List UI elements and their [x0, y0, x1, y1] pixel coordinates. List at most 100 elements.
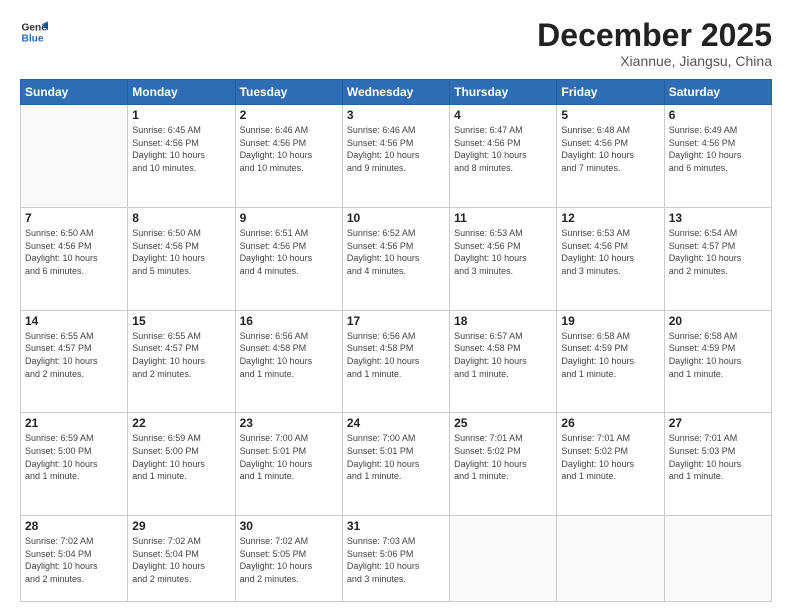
calendar-cell: 28Sunrise: 7:02 AM Sunset: 5:04 PM Dayli…	[21, 516, 128, 602]
weekday-header: Tuesday	[235, 80, 342, 105]
calendar-week-row: 21 Sunrise: 6:59 AM Sunset: 5:00 PM Dayli…	[21, 413, 772, 516]
day-info: Sunrise: 6:55 AM Sunset: 4:57 PM Dayligh…	[25, 330, 123, 380]
day-info: Sunrise: 6:49 AM Sunset: 4:56 PM Dayligh…	[669, 124, 767, 174]
calendar-cell	[21, 105, 128, 208]
day-info: Sunrise: 6:59 AM Sunset: 5:00 PM Dayligh…	[25, 432, 123, 482]
logo: General Blue	[20, 18, 48, 46]
calendar-cell: 3 Sunrise: 6:46 AM Sunset: 4:56 PM Daylig…	[342, 105, 449, 208]
calendar-cell: 29 Sunrise: 7:02 AM Sunset: 5:04 PM Dayli…	[128, 516, 235, 602]
weekday-header: Wednesday	[342, 80, 449, 105]
calendar-cell: 5 Sunrise: 6:48 AM Sunset: 4:56 PM Daylig…	[557, 105, 664, 208]
calendar-table: SundayMondayTuesdayWednesdayThursdayFrid…	[20, 79, 772, 602]
day-number: 1	[132, 108, 230, 122]
day-number: 4	[454, 108, 552, 122]
calendar-cell: 9 Sunrise: 6:51 AM Sunset: 4:56 PM Daylig…	[235, 207, 342, 310]
calendar-cell: 17Sunrise: 6:56 AM Sunset: 4:58 PM Dayli…	[342, 310, 449, 413]
calendar-cell: 21 Sunrise: 6:59 AM Sunset: 5:00 PM Dayli…	[21, 413, 128, 516]
calendar-cell: 31 Sunrise: 7:03 AM Sunset: 5:06 PM Dayli…	[342, 516, 449, 602]
day-info: Sunrise: 7:03 AM Sunset: 5:06 PM Dayligh…	[347, 535, 445, 585]
day-info: Sunrise: 6:54 AM Sunset: 4:57 PM Dayligh…	[669, 227, 767, 277]
day-number: 2	[240, 108, 338, 122]
calendar-cell: 13 Sunrise: 6:54 AM Sunset: 4:57 PM Dayli…	[664, 207, 771, 310]
calendar-cell	[557, 516, 664, 602]
day-info: Sunrise: 6:46 AM Sunset: 4:56 PM Dayligh…	[240, 124, 338, 174]
day-number: 10	[347, 211, 445, 225]
weekday-header: Thursday	[450, 80, 557, 105]
day-info: Sunrise: 6:56 AM Sunset: 4:58 PM Dayligh…	[240, 330, 338, 380]
svg-text:Blue: Blue	[22, 33, 44, 44]
day-number: 16	[240, 314, 338, 328]
day-number: 19	[561, 314, 659, 328]
calendar-cell: 24 Sunrise: 7:00 AM Sunset: 5:01 PM Dayli…	[342, 413, 449, 516]
calendar-cell: 19 Sunrise: 6:58 AM Sunset: 4:59 PM Dayli…	[557, 310, 664, 413]
calendar-cell: 26Sunrise: 7:01 AM Sunset: 5:02 PM Dayli…	[557, 413, 664, 516]
calendar-cell: 12 Sunrise: 6:53 AM Sunset: 4:56 PM Dayli…	[557, 207, 664, 310]
calendar-cell	[664, 516, 771, 602]
day-number: 22	[132, 416, 230, 430]
day-number: 31	[347, 519, 445, 533]
day-number: 6	[669, 108, 767, 122]
day-number: 27	[669, 416, 767, 430]
day-info: Sunrise: 6:55 AM Sunset: 4:57 PM Dayligh…	[132, 330, 230, 380]
day-info: Sunrise: 7:01 AM Sunset: 5:03 PM Dayligh…	[669, 432, 767, 482]
day-info: Sunrise: 6:56 AM Sunset: 4:58 PM Dayligh…	[347, 330, 445, 380]
header: General Blue December 2025 Xiannue, Jian…	[20, 18, 772, 69]
calendar-cell: 16 Sunrise: 6:56 AM Sunset: 4:58 PM Dayli…	[235, 310, 342, 413]
day-number: 3	[347, 108, 445, 122]
calendar-cell: 14 Sunrise: 6:55 AM Sunset: 4:57 PM Dayli…	[21, 310, 128, 413]
calendar-cell: 20 Sunrise: 6:58 AM Sunset: 4:59 PM Dayli…	[664, 310, 771, 413]
day-number: 29	[132, 519, 230, 533]
calendar-cell: 22 Sunrise: 6:59 AM Sunset: 5:00 PM Dayli…	[128, 413, 235, 516]
day-info: Sunrise: 6:53 AM Sunset: 4:56 PM Dayligh…	[561, 227, 659, 277]
day-info: Sunrise: 6:47 AM Sunset: 4:56 PM Dayligh…	[454, 124, 552, 174]
day-info: Sunrise: 6:57 AM Sunset: 4:58 PM Dayligh…	[454, 330, 552, 380]
page: General Blue December 2025 Xiannue, Jian…	[0, 0, 792, 612]
calendar-cell: 10Sunrise: 6:52 AM Sunset: 4:56 PM Dayli…	[342, 207, 449, 310]
day-info: Sunrise: 6:46 AM Sunset: 4:56 PM Dayligh…	[347, 124, 445, 174]
calendar-week-row: 28Sunrise: 7:02 AM Sunset: 5:04 PM Dayli…	[21, 516, 772, 602]
day-number: 23	[240, 416, 338, 430]
day-number: 20	[669, 314, 767, 328]
calendar-week-row: 7Sunrise: 6:50 AM Sunset: 4:56 PM Daylig…	[21, 207, 772, 310]
calendar-header-row: SundayMondayTuesdayWednesdayThursdayFrid…	[21, 80, 772, 105]
weekday-header: Friday	[557, 80, 664, 105]
day-number: 14	[25, 314, 123, 328]
day-number: 30	[240, 519, 338, 533]
day-number: 24	[347, 416, 445, 430]
day-info: Sunrise: 6:51 AM Sunset: 4:56 PM Dayligh…	[240, 227, 338, 277]
day-number: 13	[669, 211, 767, 225]
day-number: 21	[25, 416, 123, 430]
day-number: 9	[240, 211, 338, 225]
calendar-cell: 4 Sunrise: 6:47 AM Sunset: 4:56 PM Daylig…	[450, 105, 557, 208]
calendar-cell: 1Sunrise: 6:45 AM Sunset: 4:56 PM Daylig…	[128, 105, 235, 208]
day-info: Sunrise: 6:58 AM Sunset: 4:59 PM Dayligh…	[561, 330, 659, 380]
calendar-week-row: 1Sunrise: 6:45 AM Sunset: 4:56 PM Daylig…	[21, 105, 772, 208]
day-number: 12	[561, 211, 659, 225]
calendar-cell	[450, 516, 557, 602]
title-block: December 2025 Xiannue, Jiangsu, China	[537, 18, 772, 69]
weekday-header: Saturday	[664, 80, 771, 105]
location-subtitle: Xiannue, Jiangsu, China	[537, 53, 772, 69]
day-number: 5	[561, 108, 659, 122]
day-info: Sunrise: 7:02 AM Sunset: 5:04 PM Dayligh…	[25, 535, 123, 585]
day-info: Sunrise: 6:58 AM Sunset: 4:59 PM Dayligh…	[669, 330, 767, 380]
day-info: Sunrise: 7:00 AM Sunset: 5:01 PM Dayligh…	[347, 432, 445, 482]
day-info: Sunrise: 6:50 AM Sunset: 4:56 PM Dayligh…	[132, 227, 230, 277]
calendar-cell: 30Sunrise: 7:02 AM Sunset: 5:05 PM Dayli…	[235, 516, 342, 602]
day-info: Sunrise: 7:01 AM Sunset: 5:02 PM Dayligh…	[561, 432, 659, 482]
calendar-week-row: 14 Sunrise: 6:55 AM Sunset: 4:57 PM Dayli…	[21, 310, 772, 413]
calendar-cell: 23Sunrise: 7:00 AM Sunset: 5:01 PM Dayli…	[235, 413, 342, 516]
calendar-cell: 25Sunrise: 7:01 AM Sunset: 5:02 PM Dayli…	[450, 413, 557, 516]
calendar-cell: 7Sunrise: 6:50 AM Sunset: 4:56 PM Daylig…	[21, 207, 128, 310]
calendar-cell: 27 Sunrise: 7:01 AM Sunset: 5:03 PM Dayli…	[664, 413, 771, 516]
weekday-header: Monday	[128, 80, 235, 105]
day-info: Sunrise: 7:01 AM Sunset: 5:02 PM Dayligh…	[454, 432, 552, 482]
day-info: Sunrise: 7:02 AM Sunset: 5:04 PM Dayligh…	[132, 535, 230, 585]
day-number: 11	[454, 211, 552, 225]
calendar-cell: 2 Sunrise: 6:46 AM Sunset: 4:56 PM Daylig…	[235, 105, 342, 208]
day-info: Sunrise: 6:59 AM Sunset: 5:00 PM Dayligh…	[132, 432, 230, 482]
day-info: Sunrise: 6:53 AM Sunset: 4:56 PM Dayligh…	[454, 227, 552, 277]
calendar-cell: 18Sunrise: 6:57 AM Sunset: 4:58 PM Dayli…	[450, 310, 557, 413]
day-info: Sunrise: 6:48 AM Sunset: 4:56 PM Dayligh…	[561, 124, 659, 174]
calendar-cell: 11 Sunrise: 6:53 AM Sunset: 4:56 PM Dayli…	[450, 207, 557, 310]
